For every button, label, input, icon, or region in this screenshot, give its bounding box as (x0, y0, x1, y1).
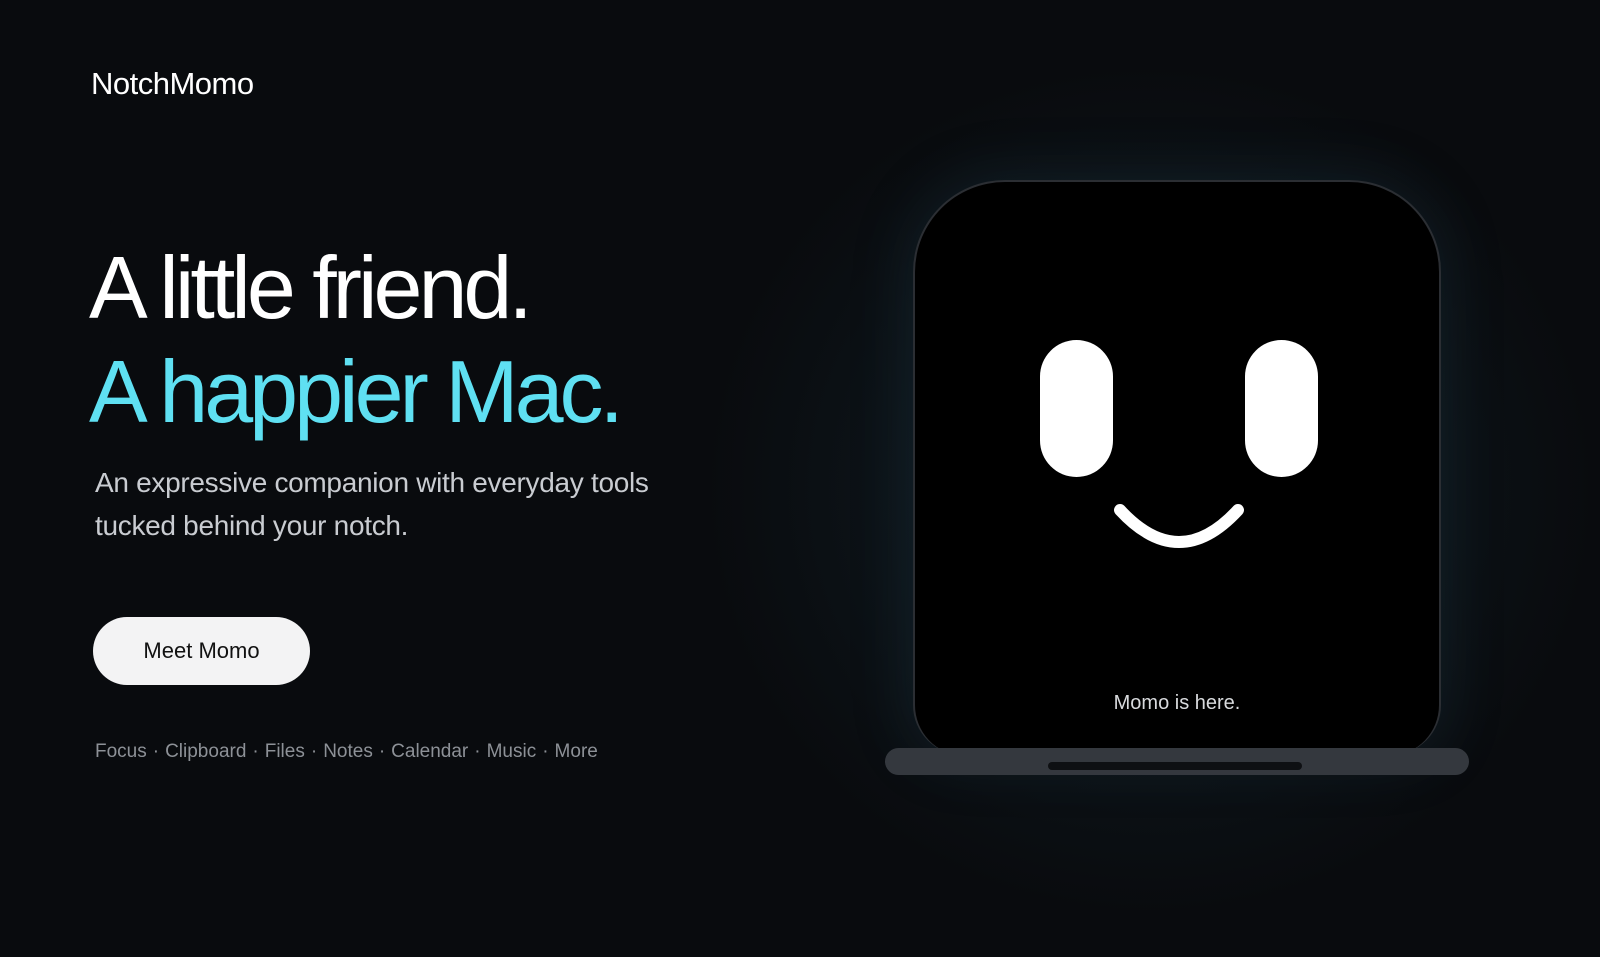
momo-smile-icon (1114, 504, 1244, 548)
hero-headline: A little friend. A happier Mac. (89, 236, 624, 444)
laptop-base (885, 748, 1469, 775)
momo-left-eye-icon (1040, 340, 1113, 477)
laptop-base-groove (1048, 762, 1302, 770)
feature-list: Focus · Clipboard · Files · Notes · Calendar · Mus… (95, 741, 598, 763)
subtitle-line-1: An expressive companion with everyday to… (95, 467, 649, 498)
feature-separator: · (310, 741, 318, 762)
feature-item-calendar: Calendar (391, 741, 469, 762)
momo-right-eye-icon (1245, 340, 1318, 477)
feature-item-notes: Notes (323, 741, 373, 762)
momo-device-screen: Momo is here. (913, 180, 1441, 755)
feature-separator: · (252, 741, 259, 762)
feature-separator: · (542, 741, 549, 762)
feature-separator: · (152, 741, 160, 762)
brand-logo[interactable]: NotchMomo (91, 66, 254, 102)
headline-line-2: A happier Mac. (89, 342, 624, 441)
hero-subtitle: An expressive companion with everyday to… (95, 461, 735, 547)
feature-item-focus: Focus (95, 741, 147, 762)
feature-item-files: Files (264, 741, 305, 762)
headline-line-1: A little friend. (89, 238, 533, 337)
feature-item-music: Music (486, 741, 537, 762)
feature-item-clipboard: Clipboard (165, 741, 247, 762)
feature-separator: · (474, 741, 481, 762)
momo-status-text: Momo is here. (1113, 692, 1241, 714)
feature-item-more: More (554, 741, 598, 762)
feature-separator: · (378, 741, 386, 762)
subtitle-line-2: tucked behind your notch. (95, 510, 409, 541)
meet-momo-button[interactable]: Meet Momo (93, 617, 310, 685)
